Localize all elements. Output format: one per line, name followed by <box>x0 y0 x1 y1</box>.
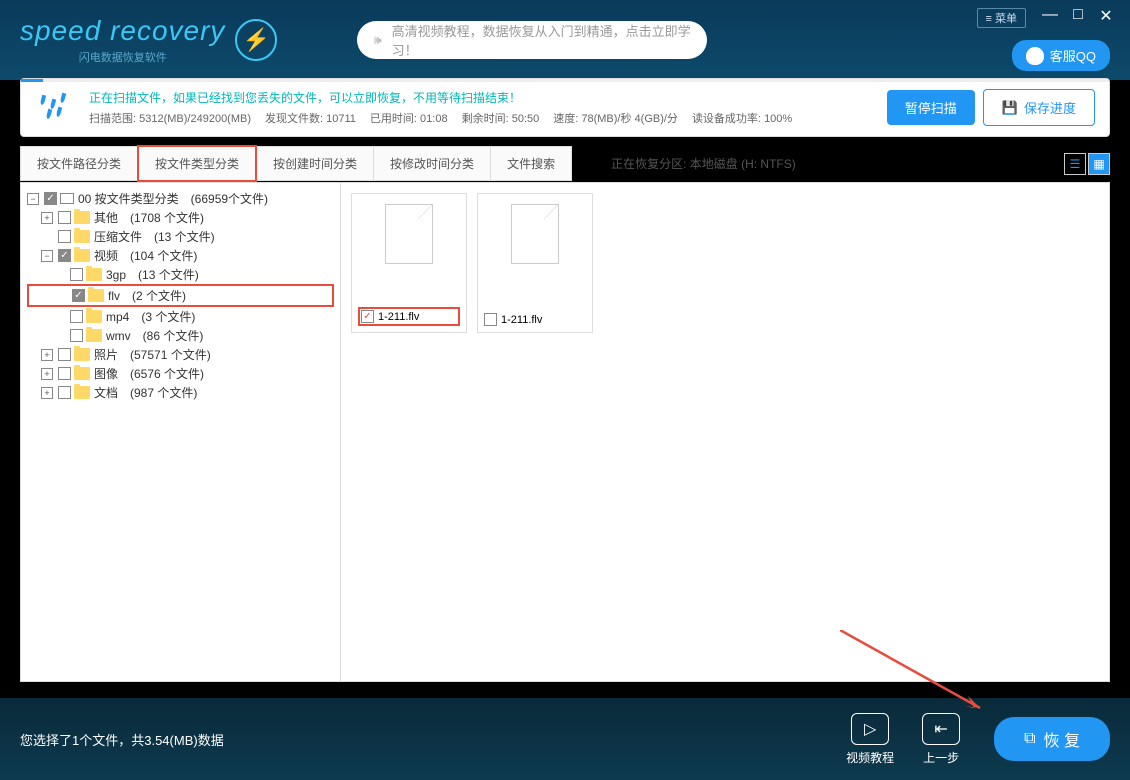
save-progress-button[interactable]: 💾 保存进度 <box>983 89 1095 126</box>
tree-other[interactable]: +其他 (1708 个文件) <box>27 208 334 227</box>
tree-mp4[interactable]: mp4 (3 个文件) <box>27 307 334 326</box>
maximize-button[interactable]: □ <box>1064 6 1092 30</box>
speaker-icon: 🕪 <box>373 32 381 48</box>
recover-icon: ⧉ <box>1024 730 1035 748</box>
category-tabs: 按文件路径分类 按文件类型分类 按创建时间分类 按修改时间分类 文件搜索 正在恢… <box>20 145 1110 182</box>
lightning-icon: ⚡ <box>235 19 277 61</box>
tab-by-modified[interactable]: 按修改时间分类 <box>373 146 491 181</box>
play-icon: ▷ <box>851 713 889 745</box>
tutorial-text: 高清视频教程，数据恢复从入门到精通，点击立即学习！ <box>392 21 692 59</box>
scanning-icon <box>35 93 75 123</box>
save-icon: 💾 <box>1002 100 1018 116</box>
back-icon: ⇤ <box>922 713 960 745</box>
logo-text: speed recovery <box>20 15 225 47</box>
tab-search[interactable]: 文件搜索 <box>490 146 572 181</box>
pause-scan-button[interactable]: 暂停扫描 <box>887 90 975 125</box>
grid-view-button[interactable]: ▦ <box>1088 153 1110 175</box>
menu-button[interactable]: ≡ 菜单 <box>977 8 1026 28</box>
tree-image[interactable]: +图像 (6576 个文件) <box>27 364 334 383</box>
partition-label: 正在恢复分区: 本地磁盘 (H: NTFS) <box>611 155 796 172</box>
selection-summary: 您选择了1个文件，共3.54(MB)数据 <box>20 730 832 749</box>
file-name: 1-211.flv <box>378 311 419 323</box>
tree-photo[interactable]: +照片 (57571 个文件) <box>27 345 334 364</box>
tree-archive[interactable]: 压缩文件 (13 个文件) <box>27 227 334 246</box>
scan-message: 正在扫描文件，如果已经找到您丢失的文件，可以立即恢复，不用等待扫描结束！ <box>89 89 879 106</box>
tab-by-type[interactable]: 按文件类型分类 <box>137 145 257 182</box>
logo-subtitle: 闪电数据恢复软件 <box>20 49 225 65</box>
tutorial-banner[interactable]: 🕪 高清视频教程，数据恢复从入门到精通，点击立即学习！ <box>357 21 707 59</box>
scan-status-bar: 正在扫描文件，如果已经找到您丢失的文件，可以立即恢复，不用等待扫描结束！ 扫描范… <box>20 78 1110 137</box>
app-footer: 您选择了1个文件，共3.54(MB)数据 ▷ 视频教程 ⇤ 上一步 ⧉ 恢 复 <box>0 698 1130 780</box>
app-logo: speed recovery 闪电数据恢复软件 ⚡ <box>20 15 277 65</box>
tree-doc[interactable]: +文档 (987 个文件) <box>27 383 334 402</box>
category-tree: −✓00 按文件类型分类 (66959个文件) +其他 (1708 个文件) 压… <box>21 183 341 681</box>
file-icon <box>385 204 433 264</box>
tree-wmv[interactable]: wmv (86 个文件) <box>27 326 334 345</box>
file-item[interactable]: 1-211.flv <box>477 193 593 333</box>
file-checkbox[interactable]: ✓ <box>361 310 374 323</box>
video-tutorial-button[interactable]: ▷ 视频教程 <box>846 713 894 766</box>
recover-button[interactable]: ⧉ 恢 复 <box>994 717 1110 761</box>
close-button[interactable]: ✕ <box>1092 6 1120 30</box>
tab-by-created[interactable]: 按创建时间分类 <box>256 146 374 181</box>
tree-root[interactable]: −✓00 按文件类型分类 (66959个文件) <box>27 189 334 208</box>
file-item[interactable]: ✓ 1-211.flv <box>351 193 467 333</box>
file-name: 1-211.flv <box>501 314 542 326</box>
qq-support-button[interactable]: 客服QQ <box>1012 40 1110 71</box>
main-content: −✓00 按文件类型分类 (66959个文件) +其他 (1708 个文件) 压… <box>20 182 1110 682</box>
scan-stats: 扫描范围: 5312(MB)/249200(MB) 发现文件数: 10711 已… <box>89 110 879 126</box>
tab-by-path[interactable]: 按文件路径分类 <box>20 146 138 181</box>
list-view-button[interactable]: ☰ <box>1064 153 1086 175</box>
tree-3gp[interactable]: 3gp (13 个文件) <box>27 265 334 284</box>
file-icon <box>511 204 559 264</box>
prev-step-button[interactable]: ⇤ 上一步 <box>922 713 960 766</box>
window-controls: ≡ 菜单 — □ ✕ <box>977 6 1120 30</box>
minimize-button[interactable]: — <box>1036 6 1064 30</box>
tree-video[interactable]: −✓视频 (104 个文件) <box>27 246 334 265</box>
app-header: speed recovery 闪电数据恢复软件 ⚡ 🕪 高清视频教程，数据恢复从… <box>0 0 1130 80</box>
tree-flv[interactable]: ✓flv (2 个文件) <box>27 284 334 307</box>
file-checkbox[interactable] <box>484 313 497 326</box>
scan-progress <box>21 79 43 82</box>
file-grid: ✓ 1-211.flv 1-211.flv <box>341 183 1109 681</box>
qq-penguin-icon <box>1026 47 1044 65</box>
